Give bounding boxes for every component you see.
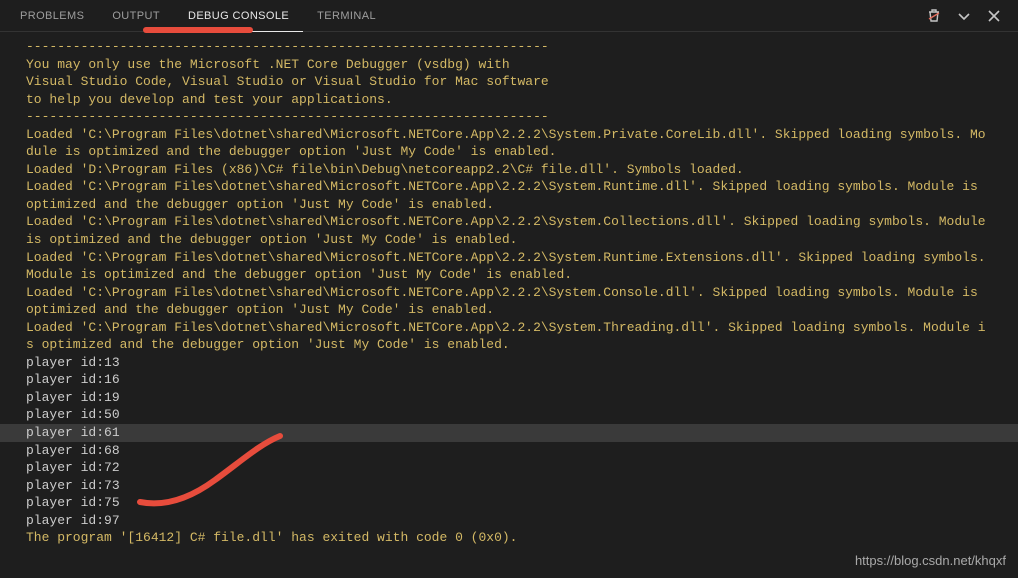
- console-line: to help you develop and test your applic…: [0, 91, 1018, 109]
- clear-console-icon[interactable]: [924, 6, 944, 26]
- console-line: ----------------------------------------…: [0, 108, 1018, 126]
- console-line: player id:68: [0, 442, 1018, 460]
- console-line: You may only use the Microsoft .NET Core…: [0, 56, 1018, 74]
- console-line: The program '[16412] C# file.dll' has ex…: [0, 529, 1018, 547]
- console-line: Loaded 'C:\Program Files\dotnet\shared\M…: [0, 178, 1018, 213]
- console-line: Loaded 'D:\Program Files (x86)\C# file\b…: [0, 161, 1018, 179]
- console-line: player id:73: [0, 477, 1018, 495]
- console-line: Loaded 'C:\Program Files\dotnet\shared\M…: [0, 249, 1018, 284]
- console-line: player id:50: [0, 406, 1018, 424]
- console-line: Loaded 'C:\Program Files\dotnet\shared\M…: [0, 284, 1018, 319]
- console-line: player id:13: [0, 354, 1018, 372]
- console-line: player id:16: [0, 371, 1018, 389]
- chevron-down-icon[interactable]: [954, 6, 974, 26]
- console-line-selected: player id:61: [0, 424, 1018, 442]
- console-line: player id:19: [0, 389, 1018, 407]
- debug-panel: PROBLEMS OUTPUT DEBUG CONSOLE TERMINAL -…: [0, 0, 1018, 578]
- console-line: player id:75: [0, 494, 1018, 512]
- console-line: Visual Studio Code, Visual Studio or Vis…: [0, 73, 1018, 91]
- watermark-text: https://blog.csdn.net/khqxf: [855, 553, 1006, 568]
- console-line: Loaded 'C:\Program Files\dotnet\shared\M…: [0, 319, 1018, 354]
- console-line: Loaded 'C:\Program Files\dotnet\shared\M…: [0, 213, 1018, 248]
- console-output[interactable]: ----------------------------------------…: [0, 32, 1018, 578]
- tab-problems[interactable]: PROBLEMS: [6, 0, 98, 32]
- console-line: ----------------------------------------…: [0, 38, 1018, 56]
- hand-annotation-tab-underline: [143, 27, 253, 33]
- console-line: Loaded 'C:\Program Files\dotnet\shared\M…: [0, 126, 1018, 161]
- console-line: player id:72: [0, 459, 1018, 477]
- panel-actions: [924, 6, 1012, 26]
- close-panel-icon[interactable]: [984, 6, 1004, 26]
- console-line: player id:97: [0, 512, 1018, 530]
- tab-terminal[interactable]: TERMINAL: [303, 0, 390, 32]
